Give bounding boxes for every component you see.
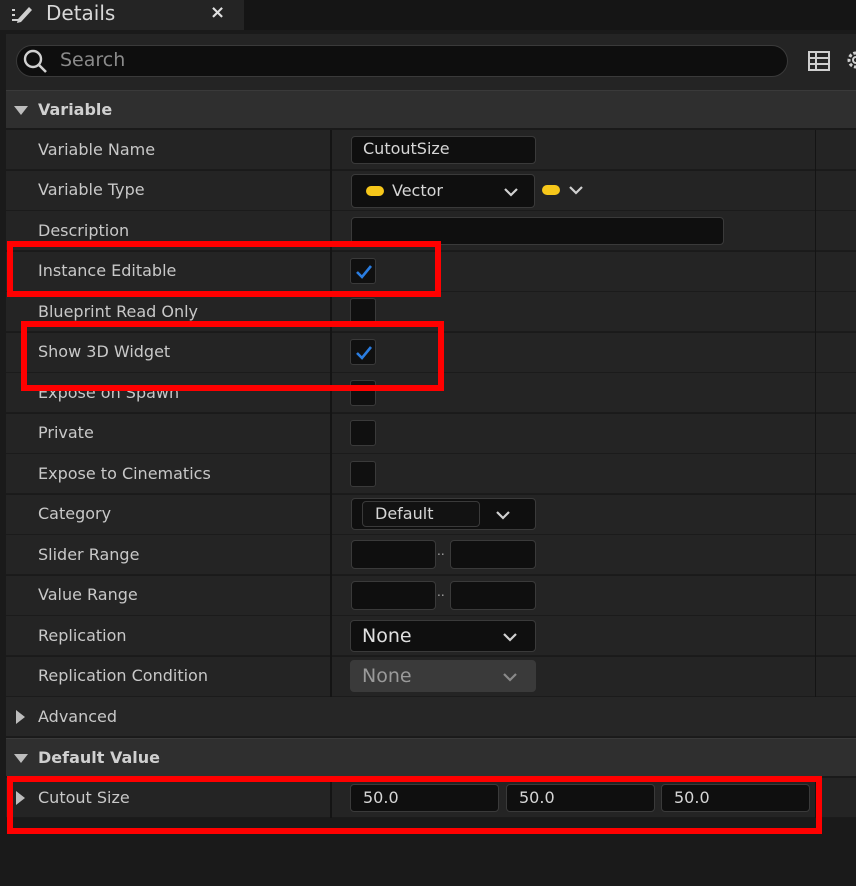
cutout-size-y-value: 50.0 <box>519 788 555 807</box>
checkmark-icon <box>356 265 373 279</box>
replication-condition-dropdown: None <box>350 660 536 692</box>
expand-arrow-icon[interactable] <box>16 791 25 805</box>
section-variable[interactable]: Variable <box>6 90 856 128</box>
row-show-3d-widget: Show 3D Widget <box>6 333 856 373</box>
cutout-size-x-value: 50.0 <box>363 788 399 807</box>
column-splitter[interactable] <box>330 778 332 818</box>
row-private: Private <box>6 414 856 454</box>
label-expose-to-cinematics: Expose to Cinematics <box>38 464 211 483</box>
expose-on-spawn-checkbox[interactable] <box>350 380 376 406</box>
replication-dropdown[interactable]: None <box>350 620 536 652</box>
search-input[interactable] <box>16 45 788 77</box>
chevron-down-icon <box>503 673 517 682</box>
row-expose-on-spawn: Expose on Spawn <box>6 373 856 413</box>
tab-details[interactable]: Details × <box>0 0 244 30</box>
expand-arrow-icon <box>16 710 25 724</box>
description-input[interactable] <box>351 217 724 245</box>
section-title-default-value: Default Value <box>38 748 161 767</box>
cutout-size-x-input[interactable]: 50.0 <box>350 784 499 812</box>
search-icon <box>23 49 47 73</box>
label-instance-editable: Instance Editable <box>38 261 177 280</box>
column-splitter-right[interactable] <box>815 130 816 697</box>
label-category: Category <box>38 504 112 523</box>
category-input[interactable]: Default <box>362 501 480 527</box>
pencil-document-icon <box>12 7 32 23</box>
label-show-3d-widget: Show 3D Widget <box>38 342 171 361</box>
section-advanced[interactable]: Advanced <box>6 697 856 737</box>
chevron-down-icon <box>503 633 517 642</box>
variable-name-input[interactable]: CutoutSize <box>351 136 536 164</box>
checkmark-icon <box>356 346 373 360</box>
variable-name-value: CutoutSize <box>363 139 450 158</box>
section-title-advanced: Advanced <box>38 707 118 726</box>
show-3d-widget-checkbox[interactable] <box>350 339 376 365</box>
column-splitter[interactable] <box>330 130 332 697</box>
replication-condition-value: None <box>362 665 412 687</box>
vector-pin-icon <box>366 186 384 196</box>
cutout-size-z-value: 50.0 <box>674 788 710 807</box>
category-value: Default <box>375 504 434 523</box>
cutout-size-z-input[interactable]: 50.0 <box>661 784 810 812</box>
collapse-arrow-icon <box>14 754 28 763</box>
label-replication: Replication <box>38 626 127 645</box>
chevron-down-icon[interactable] <box>495 509 511 521</box>
container-type-chevron-icon[interactable] <box>568 184 584 196</box>
table-icon[interactable] <box>807 49 831 73</box>
section-title-variable: Variable <box>38 100 113 119</box>
label-private: Private <box>38 423 94 442</box>
gear-icon[interactable] <box>843 47 856 73</box>
tab-title: Details <box>46 1 116 25</box>
value-range-min-input[interactable] <box>351 581 436 610</box>
row-expose-to-cinematics: Expose to Cinematics <box>6 454 856 494</box>
private-checkbox[interactable] <box>350 420 376 446</box>
label-slider-range: Slider Range <box>38 545 140 564</box>
row-blueprint-read-only: Blueprint Read Only <box>6 292 856 332</box>
row-instance-editable: Instance Editable <box>6 252 856 292</box>
search-placeholder: Search <box>60 49 126 71</box>
section-default-value[interactable]: Default Value <box>6 738 856 776</box>
instance-editable-checkbox[interactable] <box>350 258 376 284</box>
blueprint-read-only-checkbox[interactable] <box>350 298 376 324</box>
slider-range-min-input[interactable] <box>351 540 436 569</box>
chevron-down-icon <box>504 188 518 197</box>
container-type-pin-icon[interactable] <box>542 185 560 195</box>
slider-range-max-input[interactable] <box>450 540 536 569</box>
cutout-size-y-input[interactable]: 50.0 <box>506 784 655 812</box>
label-value-range: Value Range <box>38 585 138 604</box>
range-separator: .. <box>437 544 445 558</box>
label-expose-on-spawn: Expose on Spawn <box>38 383 180 402</box>
range-separator: .. <box>437 585 445 599</box>
column-splitter-right[interactable] <box>815 778 816 818</box>
variable-type-dropdown[interactable]: Vector <box>351 174 535 208</box>
label-replication-condition: Replication Condition <box>38 666 208 685</box>
value-range-max-input[interactable] <box>450 581 536 610</box>
label-variable-name: Variable Name <box>38 140 156 159</box>
label-blueprint-read-only: Blueprint Read Only <box>38 302 199 321</box>
replication-value: None <box>362 625 412 647</box>
collapse-arrow-icon <box>14 106 28 115</box>
label-description: Description <box>38 221 130 240</box>
variable-type-value: Vector <box>392 181 443 200</box>
close-icon[interactable]: × <box>210 2 225 24</box>
category-combo[interactable]: Default <box>351 498 536 530</box>
label-cutout-size: Cutout Size <box>38 788 130 807</box>
label-variable-type: Variable Type <box>38 180 145 199</box>
expose-to-cinematics-checkbox[interactable] <box>350 461 376 487</box>
